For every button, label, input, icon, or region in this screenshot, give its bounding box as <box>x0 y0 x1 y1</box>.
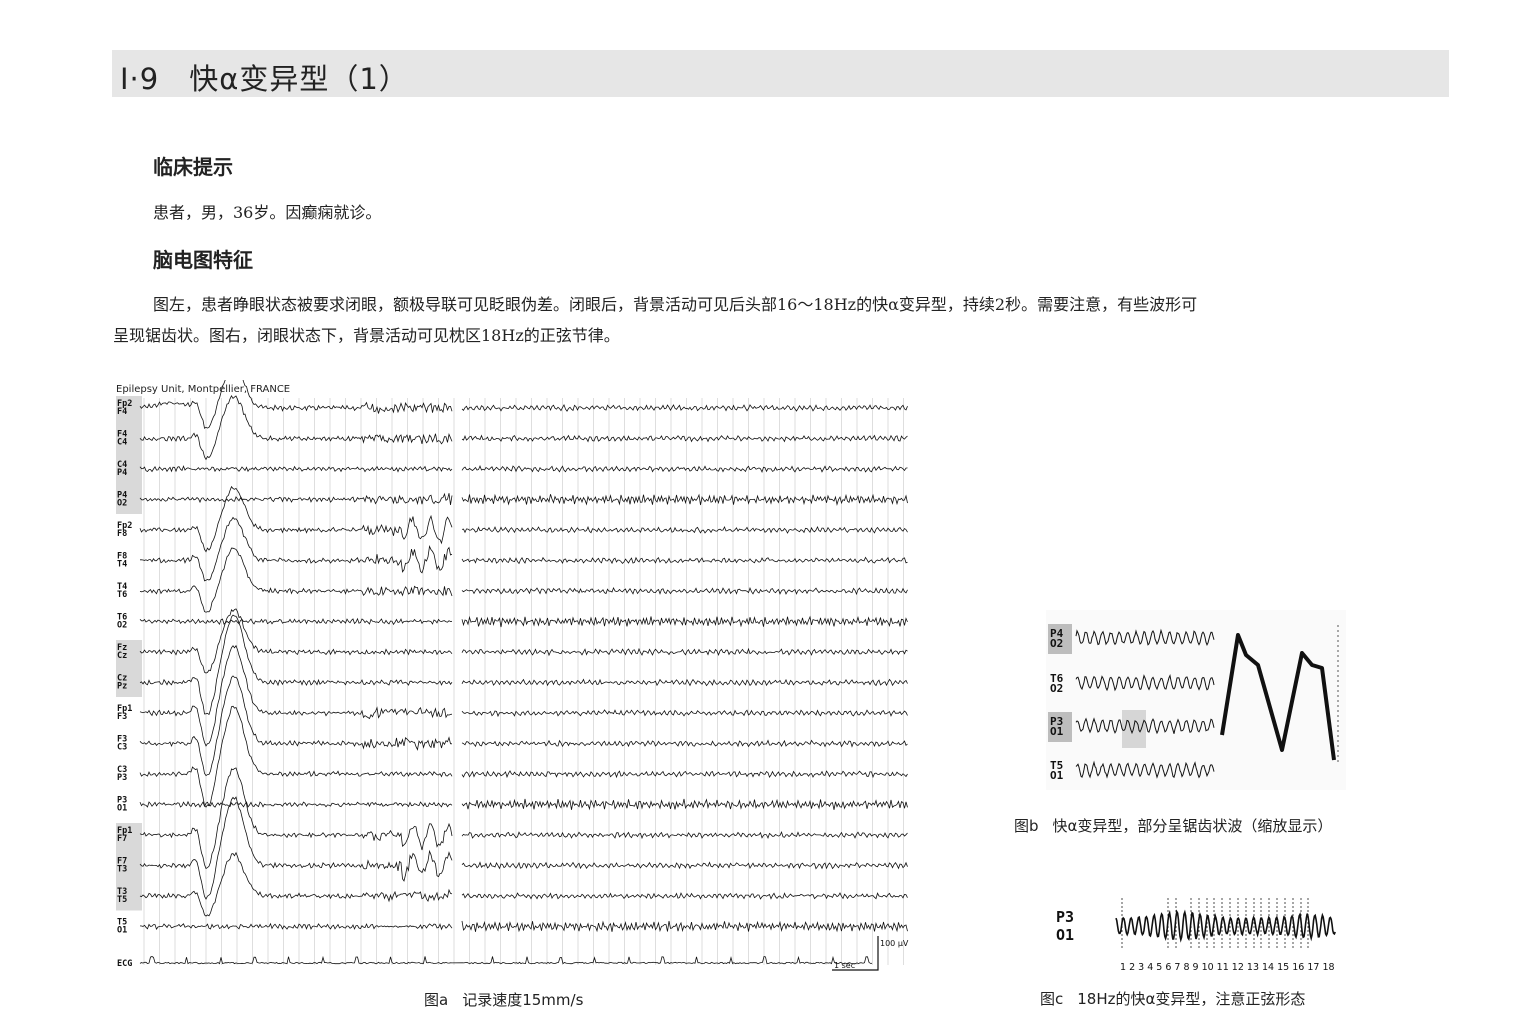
channel-label-bottom: O2 <box>1050 637 1063 650</box>
eeg-trace-right <box>461 586 908 596</box>
channel-label-bottom: O2 <box>1050 682 1063 695</box>
eeg-trace-right <box>461 739 908 748</box>
eeg-trace-left <box>139 547 453 613</box>
channel-label-bottom: F7 <box>117 834 127 844</box>
figure-a-caption-text: 记录速度15mm/s <box>462 991 584 1009</box>
scale-amplitude-label: 100 μV <box>880 939 909 948</box>
eeg-trace-left <box>139 614 453 716</box>
channel-label-bottom: O1 <box>1050 769 1064 782</box>
eeg-trace-left <box>139 767 453 870</box>
figure-b-caption: 图b 快α变异型，部分呈锯齿状波（缩放显示） <box>1014 815 1332 836</box>
figure-a-eeg-recording: Epilepsy Unit, Montpellier, FRANCEFp2F4F… <box>116 380 909 971</box>
figure-b-background <box>1046 610 1346 790</box>
highlight-region <box>1122 710 1146 748</box>
channel-label-bottom: T3 <box>117 865 127 875</box>
channel-label-bottom: O1 <box>117 926 127 936</box>
channel-label-bottom: O2 <box>117 621 127 631</box>
lab-label: Epilepsy Unit, Montpellier, FRANCE <box>116 384 290 395</box>
channel-label-bottom: O1 <box>117 804 127 814</box>
eeg-trace-left <box>139 851 453 917</box>
figure-c-sinusoidal-eeg: P3O1 1 2 3 4 5 6 7 8 9 10 11 12 13 14 15 … <box>1056 898 1336 973</box>
clinical-text: 患者，男，36岁。因癫痫就诊。 <box>153 203 382 222</box>
eeg-trace-left <box>139 675 453 777</box>
eeg-paragraph-line2: 呈现锯齿状。图右，闭眼状态下，背景活动可见枕区18Hz的正弦节律。 <box>113 326 620 345</box>
eeg-trace-right <box>461 403 908 412</box>
eeg-trace-left <box>139 644 453 747</box>
figure-b-caption-text: 快α变异型，部分呈锯齿状波（缩放显示） <box>1052 817 1333 835</box>
channel-label-bottom: F4 <box>117 407 127 417</box>
channel-label-bottom: C3 <box>117 743 127 753</box>
figure-a-caption-number: 图a <box>424 991 449 1009</box>
eeg-trace-right <box>461 830 908 840</box>
eeg-trace-right <box>461 678 908 687</box>
eeg-trace-right <box>461 798 908 811</box>
figure-b-caption-number: 图b <box>1014 817 1039 835</box>
eeg-trace-right <box>461 493 908 506</box>
channel-label-bottom: O1 <box>1056 926 1074 944</box>
eeg-paragraph-line1: 图左，患者睁眼状态被要求闭眼，额极导联可见眨眼伪差。闭眼后，背景活动可见后头部1… <box>153 295 1198 314</box>
ecg-label: ECG <box>117 959 132 969</box>
eeg-trace-right <box>461 770 908 779</box>
channel-label-bottom: C4 <box>117 438 127 448</box>
eeg-trace-right <box>461 615 908 628</box>
figure-b-zoomed-eeg: P4O2T6O2P3O1T5O1 <box>1046 610 1346 790</box>
eeg-trace-right <box>461 709 908 718</box>
channel-label-bottom: P4 <box>117 468 127 478</box>
figure-a-caption: 图a 记录速度15mm/s <box>424 989 583 1010</box>
eeg-trace-left <box>139 465 453 473</box>
eeg-trace-right <box>461 556 908 565</box>
section-title: Ⅰ·9 快α变异型（1） <box>120 62 409 96</box>
eeg-trace-left <box>139 608 453 674</box>
eeg-trace-right <box>461 647 908 657</box>
eeg-trace-right <box>461 526 908 534</box>
eeg-trace-right <box>461 465 908 473</box>
eeg-trace-right <box>461 920 908 933</box>
eeg-heading: 脑电图特征 <box>153 248 253 272</box>
eeg-trace-left <box>139 796 453 900</box>
ecg-trace <box>139 955 873 965</box>
figure-c-caption-text: 18Hz的快α变异型，注意正弦形态 <box>1077 990 1306 1008</box>
channel-label-bottom: O2 <box>117 499 127 509</box>
sinusoidal-trace <box>1115 909 1336 943</box>
channel-label-bottom: P3 <box>117 773 127 783</box>
eeg-trace-right <box>461 434 908 443</box>
eeg-trace-left <box>139 617 453 626</box>
channel-label-bottom: F8 <box>117 529 127 539</box>
channel-label-bottom: O1 <box>1050 725 1064 738</box>
eeg-trace-left <box>139 485 453 553</box>
eeg-trace-left <box>140 516 453 582</box>
figure-c-caption: 图c 18Hz的快α变异型，注意正弦形态 <box>1040 988 1305 1009</box>
channel-label-bottom: Pz <box>117 682 127 692</box>
clinical-heading: 临床提示 <box>153 155 233 179</box>
figure-c-caption-number: 图c <box>1040 990 1064 1008</box>
channel-label-bottom: F3 <box>117 712 127 722</box>
eeg-trace-right <box>461 892 908 900</box>
eeg-trace-left <box>139 705 453 808</box>
channel-label-bottom: T6 <box>117 590 127 600</box>
eeg-trace-left <box>139 922 453 931</box>
channel-label-bottom: T5 <box>117 895 127 905</box>
channel-label-bottom: Cz <box>117 651 127 661</box>
channel-label-bottom: T4 <box>117 560 127 570</box>
channel-label-top: P3 <box>1056 908 1074 926</box>
eeg-trace-right <box>461 861 908 870</box>
wave-numbers: 1 2 3 4 5 6 7 8 9 10 11 12 13 14 15 16 1… <box>1120 962 1335 973</box>
scale-time-label: 1 sec <box>834 961 855 970</box>
eeg-trace-left <box>139 800 453 808</box>
eeg-trace-left <box>139 492 453 506</box>
